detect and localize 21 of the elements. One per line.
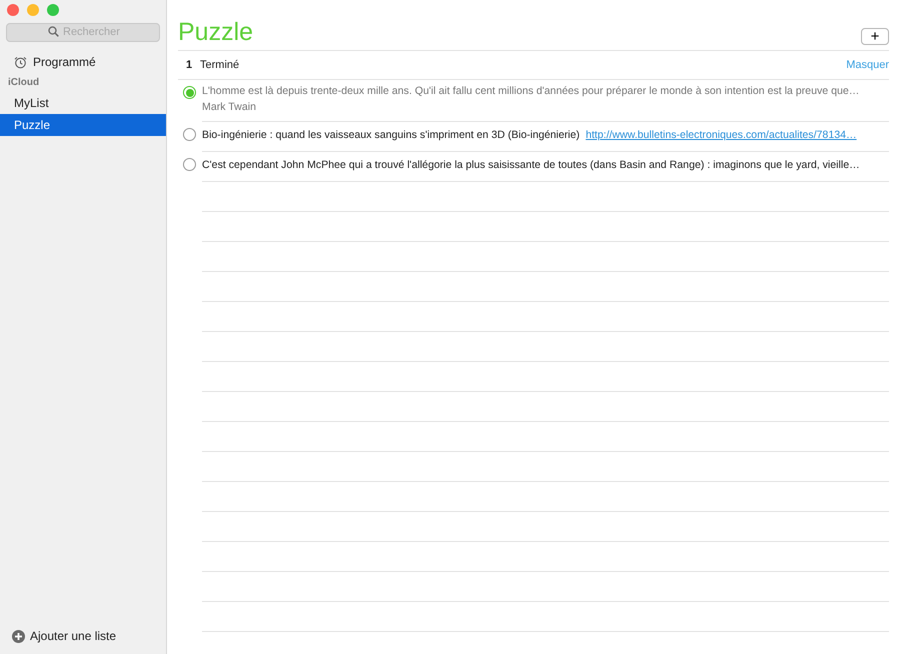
sidebar-item[interactable]: MyList xyxy=(0,92,166,114)
zoom-button[interactable] xyxy=(47,4,59,16)
minimize-button[interactable] xyxy=(27,4,39,16)
close-button[interactable] xyxy=(7,4,19,16)
sidebar-item[interactable]: Puzzle xyxy=(0,114,166,136)
sidebar-item[interactable]: Programmé xyxy=(0,51,166,73)
checkbox[interactable] xyxy=(183,158,196,171)
reminder-text: Bio-ingénierie : quand les vaisseaux sanguins s'impriment en 3D (Bio-ingénierie) xyxy=(202,128,580,141)
section-label: iCloud xyxy=(7,76,40,90)
reminder-note: Mark Twain xyxy=(202,100,257,115)
completed-label: Terminé xyxy=(200,58,240,73)
checkbox[interactable] xyxy=(183,128,196,141)
list-title: Puzzle xyxy=(178,20,254,45)
checkbox[interactable] xyxy=(183,86,196,99)
alarm-clock-icon xyxy=(14,56,27,68)
add-button[interactable]: + xyxy=(861,28,889,45)
reminder-text: C'est cependant John McPhee qui a trouvé l'allégorie la plus saisissante de toutes (dans Basin and Range) : imaginons que le yard, vieille… xyxy=(202,158,860,171)
plus-icon xyxy=(12,630,25,642)
reminder-text: L'homme est là depuis trente-deux mille ans. Qu'il ait fallu cent millions d'années pour préparer le monde à son intention est la preuve que… xyxy=(202,85,860,97)
completed-count: 1 xyxy=(184,58,194,73)
add-list-button[interactable]: Ajouter une liste xyxy=(0,627,166,654)
